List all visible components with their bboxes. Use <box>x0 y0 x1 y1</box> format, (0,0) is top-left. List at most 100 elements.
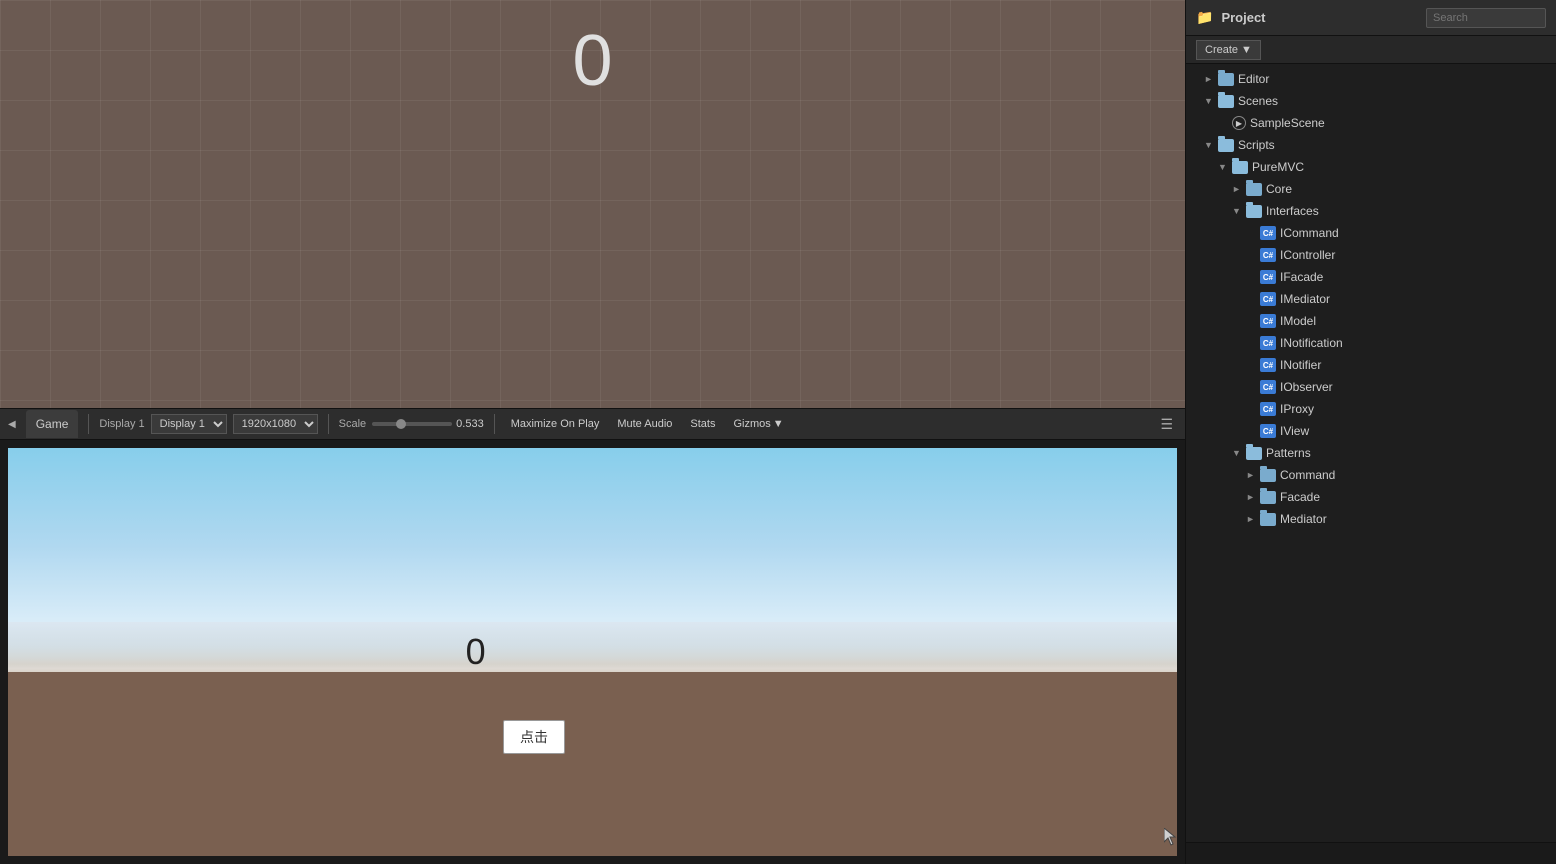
game-score: 0 <box>466 631 486 673</box>
tree-item-puremvc[interactable]: ▼PureMVC <box>1186 156 1556 178</box>
tree-item-icommand[interactable]: C# ICommand <box>1186 222 1556 244</box>
tree-item-imediator[interactable]: C# IMediator <box>1186 288 1556 310</box>
scale-slider-container: 0.533 <box>372 418 484 430</box>
tree-label-inotification: INotification <box>1280 336 1556 350</box>
tree-label-inotifier: INotifier <box>1280 358 1556 372</box>
gizmos-label: Gizmos <box>733 418 770 430</box>
panel-title: Project <box>1221 10 1265 25</box>
folder-icon-command <box>1260 469 1276 482</box>
folder-icon-mediator <box>1260 513 1276 526</box>
cs-icon-iobserver: C# <box>1260 380 1276 394</box>
create-button[interactable]: Create ▼ <box>1196 40 1261 60</box>
tree-label-interfaces: Interfaces <box>1266 204 1556 218</box>
create-arrow-icon: ▼ <box>1241 44 1252 56</box>
tree-item-interfaces[interactable]: ▼ Interfaces <box>1186 200 1556 222</box>
resolution-select[interactable]: 1920x1080 <box>233 414 318 434</box>
display-select[interactable]: Display 1 <box>151 414 227 434</box>
cs-icon-inotification: C# <box>1260 336 1276 350</box>
panel-toolbar: Create ▼ <box>1186 36 1556 64</box>
folder-icon-scripts <box>1218 139 1234 152</box>
tree-item-command[interactable]: ►Command <box>1186 464 1556 486</box>
game-ground <box>8 672 1177 856</box>
gizmos-arrow-icon: ▼ <box>773 418 784 430</box>
cs-icon-icommand: C# <box>1260 226 1276 240</box>
scene-score: 0 <box>572 20 612 102</box>
main-area: 0 ◀ Game Display 1 Display 1 1920x1080 S… <box>0 0 1185 864</box>
cs-icon-inotifier: C# <box>1260 358 1276 372</box>
tree-item-patterns[interactable]: ▼Patterns <box>1186 442 1556 464</box>
game-tab-arrow: ◀ <box>8 419 16 430</box>
tree-label-mediator: Mediator <box>1280 512 1556 526</box>
tree-item-facade[interactable]: ►Facade <box>1186 486 1556 508</box>
tree-item-icontroller[interactable]: C#IController <box>1186 244 1556 266</box>
folder-icon-editor <box>1218 73 1234 86</box>
cs-icon-iproxy: C# <box>1260 402 1276 416</box>
cs-icon-imediator: C# <box>1260 292 1276 306</box>
tree-item-iproxy[interactable]: C# IProxy <box>1186 398 1556 420</box>
status-bar <box>1186 842 1556 864</box>
tree-item-iview[interactable]: C#IView <box>1186 420 1556 442</box>
tree-label-scenes: Scenes <box>1238 94 1556 108</box>
folder-icon-facade <box>1260 491 1276 504</box>
tree-item-scripts[interactable]: ▼ Scripts <box>1186 134 1556 156</box>
toolbar-menu-icon[interactable]: ☰ <box>1156 414 1177 435</box>
tree-arrow-scripts: ▼ <box>1204 140 1218 150</box>
tree-label-scripts: Scripts <box>1238 138 1556 152</box>
scene-icon-samplescene: ▶ <box>1232 116 1246 130</box>
search-input[interactable] <box>1426 8 1546 28</box>
game-canvas: 0 点击 <box>8 448 1177 856</box>
tree-item-mediator[interactable]: ► Mediator <box>1186 508 1556 530</box>
stats-btn[interactable]: Stats <box>684 416 721 432</box>
tree-label-core: Core <box>1266 182 1556 196</box>
tree-label-icommand: ICommand <box>1280 226 1556 240</box>
folder-icon-puremvc <box>1232 161 1248 174</box>
tree-item-imodel[interactable]: C#IModel <box>1186 310 1556 332</box>
tree-arrow-scenes: ▼ <box>1204 96 1218 106</box>
toolbar-separator-3 <box>494 414 495 434</box>
right-panel: 📁 Project Create ▼ ► Editor ▼ Scenes ▶ Sample… <box>1185 0 1556 864</box>
game-toolbar: ◀ Game Display 1 Display 1 1920x1080 Sca… <box>0 408 1185 440</box>
scene-view: 0 <box>0 0 1185 408</box>
folder-icon-interfaces <box>1246 205 1262 218</box>
toolbar-separator-2 <box>328 414 329 434</box>
tree-item-inotifier[interactable]: C# INotifier <box>1186 354 1556 376</box>
tree-arrow-facade: ► <box>1246 492 1260 502</box>
scale-label: Scale <box>339 418 367 430</box>
project-tree[interactable]: ►Editor▼Scenes▶SampleScene▼Scripts▼PureM… <box>1186 64 1556 842</box>
tree-arrow-interfaces: ▼ <box>1232 206 1246 216</box>
toolbar-icons: ☰ <box>1156 414 1177 435</box>
tree-arrow-core: ► <box>1232 184 1246 194</box>
tree-label-editor: Editor <box>1238 72 1556 86</box>
tree-label-iview: IView <box>1280 424 1556 438</box>
gizmos-btn[interactable]: Gizmos ▼ <box>727 416 789 432</box>
maximize-btn[interactable]: Maximize On Play <box>505 416 606 432</box>
tree-arrow-mediator: ► <box>1246 514 1260 524</box>
tree-item-core[interactable]: ► Core <box>1186 178 1556 200</box>
tree-label-puremvc: PureMVC <box>1252 160 1556 174</box>
folder-icon-core <box>1246 183 1262 196</box>
scale-slider[interactable] <box>372 422 452 426</box>
tree-label-samplescene: SampleScene <box>1250 116 1556 130</box>
create-label: Create <box>1205 44 1238 56</box>
cs-icon-imodel: C# <box>1260 314 1276 328</box>
game-tab[interactable]: Game <box>26 410 79 438</box>
mouse-cursor-icon <box>1164 828 1176 840</box>
tree-item-editor[interactable]: ► Editor <box>1186 68 1556 90</box>
panel-header: 📁 Project <box>1186 0 1556 36</box>
game-view: 0 点击 <box>0 440 1185 864</box>
tree-label-iproxy: IProxy <box>1280 402 1556 416</box>
tree-label-patterns: Patterns <box>1266 446 1556 460</box>
tree-label-imediator: IMediator <box>1280 292 1556 306</box>
tree-item-scenes[interactable]: ▼ Scenes <box>1186 90 1556 112</box>
tree-item-samplescene[interactable]: ▶ SampleScene <box>1186 112 1556 134</box>
tree-label-ifacade: IFacade <box>1280 270 1556 284</box>
tree-label-iobserver: IObserver <box>1280 380 1556 394</box>
game-click-button[interactable]: 点击 <box>503 720 565 754</box>
tree-item-inotification[interactable]: C# INotification <box>1186 332 1556 354</box>
tree-arrow-editor: ► <box>1204 74 1218 84</box>
tree-item-ifacade[interactable]: C#IFacade <box>1186 266 1556 288</box>
mute-btn[interactable]: Mute Audio <box>611 416 678 432</box>
display-label: Display 1 <box>99 418 144 430</box>
tree-item-iobserver[interactable]: C# IObserver <box>1186 376 1556 398</box>
folder-icon-scenes <box>1218 95 1234 108</box>
